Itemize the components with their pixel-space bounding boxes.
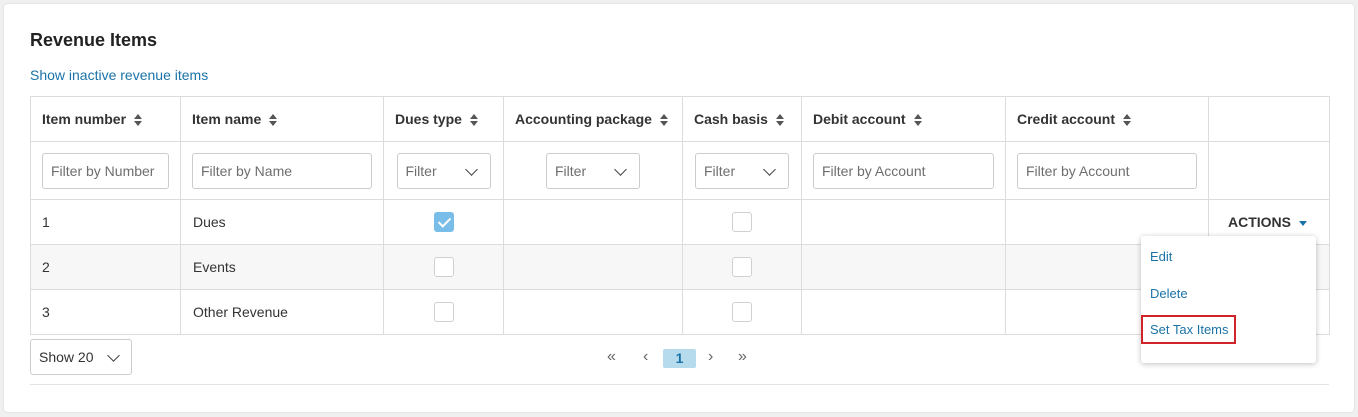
sort-icon[interactable] bbox=[469, 114, 478, 127]
sort-icon[interactable] bbox=[1123, 114, 1132, 127]
filter-number-input[interactable] bbox=[42, 152, 169, 189]
filter-name-input[interactable] bbox=[192, 152, 372, 189]
caret-down-icon bbox=[1299, 220, 1307, 226]
table-row: 3 Other Revenue bbox=[30, 289, 1330, 335]
filter-cash-basis-select[interactable]: Filter bbox=[695, 152, 789, 189]
next-page-button[interactable]: › bbox=[708, 348, 713, 366]
col-credit-account[interactable]: Credit account bbox=[1005, 96, 1209, 142]
item-number: 3 bbox=[30, 289, 181, 335]
dues-type-checkbox[interactable] bbox=[433, 302, 454, 322]
table-row: 2 Events bbox=[30, 244, 1330, 290]
sort-icon[interactable] bbox=[913, 114, 922, 127]
sort-icon[interactable] bbox=[659, 114, 668, 127]
revenue-items-table: Item number Item name Dues type Accounti… bbox=[30, 96, 1330, 335]
filter-credit-input[interactable] bbox=[1017, 152, 1197, 189]
filter-debit-input[interactable] bbox=[813, 152, 994, 189]
col-debit-account[interactable]: Debit account bbox=[801, 96, 1006, 142]
chevron-down-icon bbox=[464, 162, 478, 176]
sort-icon[interactable] bbox=[269, 114, 278, 127]
sort-icon[interactable] bbox=[775, 114, 784, 127]
cash-basis-checkbox[interactable] bbox=[732, 302, 752, 322]
cash-basis-checkbox[interactable] bbox=[732, 257, 752, 277]
page-title: Revenue Items bbox=[30, 30, 158, 50]
item-number: 2 bbox=[30, 244, 181, 290]
col-cash-basis[interactable]: Cash basis bbox=[682, 96, 802, 142]
col-actions bbox=[1208, 96, 1330, 142]
item-name: Dues bbox=[180, 199, 384, 245]
chevron-down-icon bbox=[763, 162, 776, 176]
page-size-select[interactable]: Show 20 bbox=[30, 339, 132, 375]
col-accounting-package[interactable]: Accounting package bbox=[503, 96, 683, 142]
table-row: 1 Dues ACTIONS bbox=[30, 199, 1330, 245]
prev-page-button[interactable]: ‹ bbox=[643, 348, 648, 366]
col-item-number[interactable]: Item number bbox=[30, 96, 181, 142]
menu-item-set-tax-items[interactable]: Set Tax Items bbox=[1141, 315, 1236, 344]
col-item-name[interactable]: Item name bbox=[180, 96, 384, 142]
page-1-button[interactable]: 1 bbox=[663, 349, 696, 368]
menu-item-delete[interactable]: Delete bbox=[1150, 286, 1188, 301]
chevron-down-icon bbox=[107, 349, 120, 362]
dues-type-checkbox[interactable] bbox=[433, 257, 454, 277]
first-page-button[interactable]: « bbox=[607, 348, 616, 366]
sort-icon[interactable] bbox=[134, 114, 143, 127]
cash-basis-checkbox[interactable] bbox=[732, 212, 752, 232]
item-name: Other Revenue bbox=[180, 289, 384, 335]
filter-accounting-select[interactable]: Filter bbox=[546, 152, 640, 189]
filter-dues-type-select[interactable]: Filter bbox=[396, 152, 491, 189]
item-number: 1 bbox=[30, 199, 181, 245]
show-inactive-link[interactable]: Show inactive revenue items bbox=[30, 67, 208, 83]
menu-item-edit[interactable]: Edit bbox=[1150, 249, 1172, 264]
item-name: Events bbox=[180, 244, 384, 290]
actions-menu: Edit Delete Set Tax Items bbox=[1141, 236, 1316, 363]
last-page-button[interactable]: » bbox=[738, 348, 747, 366]
chevron-down-icon bbox=[614, 162, 627, 176]
divider bbox=[30, 384, 1329, 385]
dues-type-checkbox[interactable] bbox=[433, 212, 454, 232]
col-dues-type[interactable]: Dues type bbox=[383, 96, 504, 142]
